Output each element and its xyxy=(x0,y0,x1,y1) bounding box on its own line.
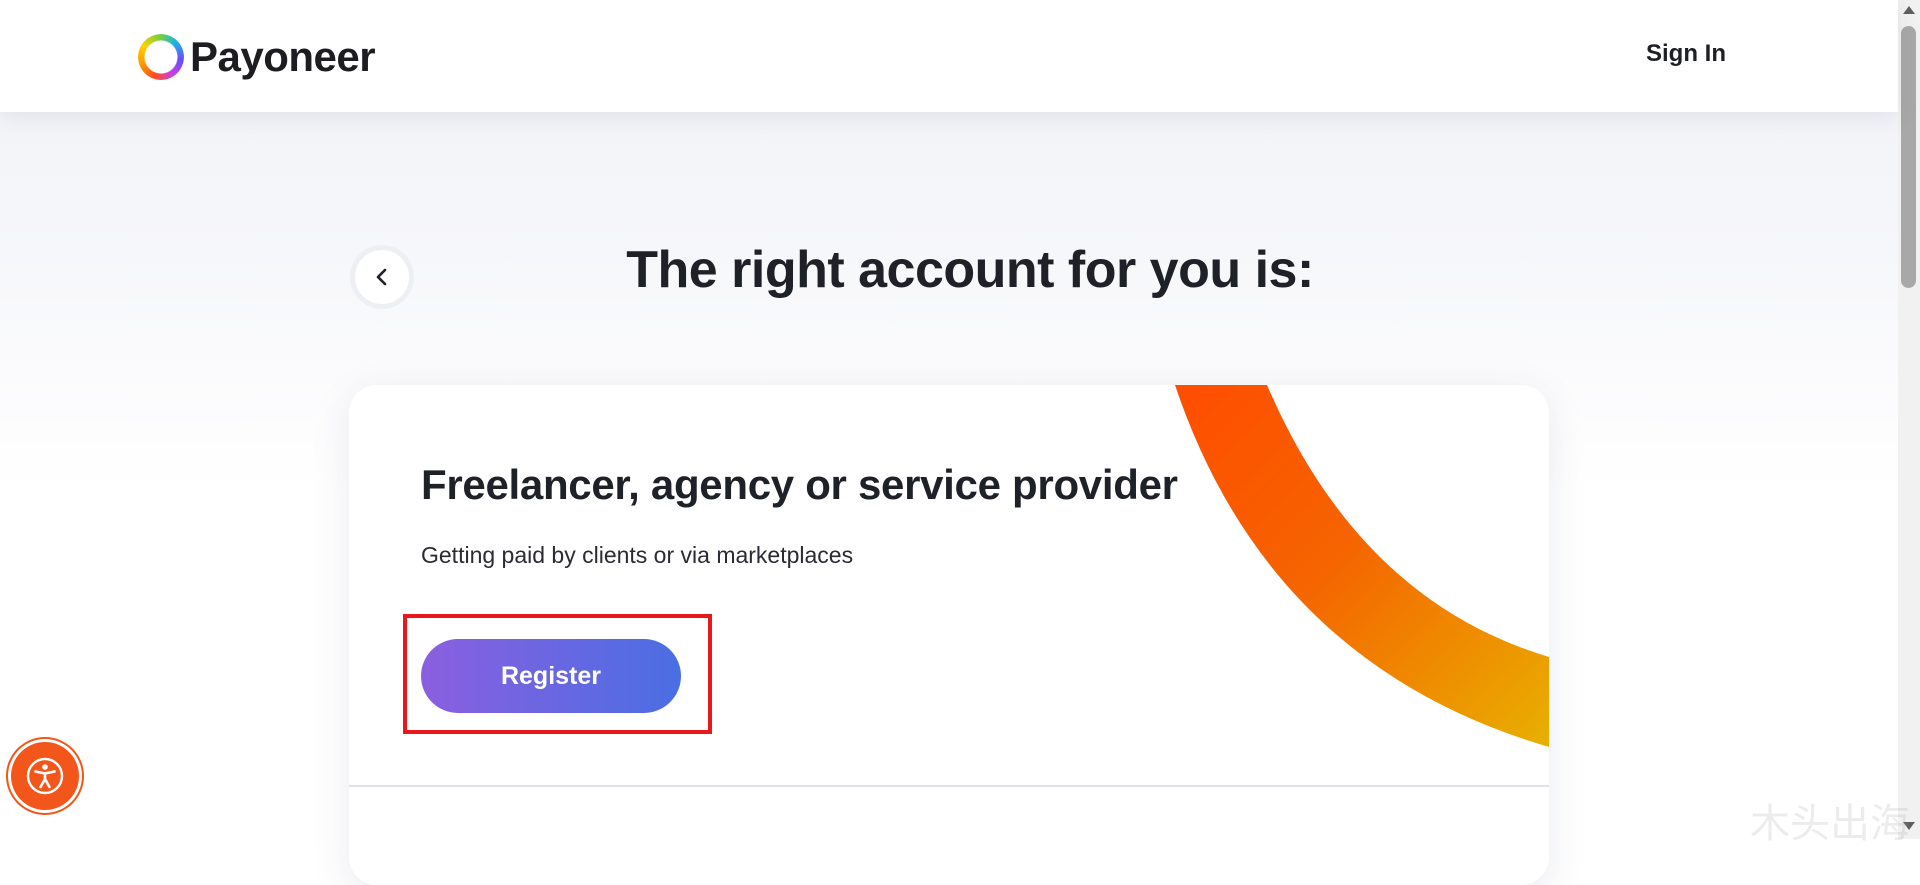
payoneer-logo[interactable]: Payoneer xyxy=(138,32,376,82)
card-subtitle: Getting paid by clients or via marketpla… xyxy=(421,542,854,568)
sign-in-link[interactable]: Sign In xyxy=(1646,40,1726,68)
card-title: Freelancer, agency or service provider xyxy=(421,461,1178,508)
card-divider xyxy=(349,785,1549,787)
accessibility-button[interactable] xyxy=(11,742,79,810)
logo-ring-icon xyxy=(138,34,184,80)
logo-text: Payoneer xyxy=(190,33,376,80)
page-title: The right account for you is: xyxy=(626,241,1314,299)
highlight-annotation-box xyxy=(403,614,712,734)
scroll-down-icon[interactable] xyxy=(1903,822,1915,830)
accessibility-icon xyxy=(26,757,64,795)
scrollbar-thumb[interactable] xyxy=(1901,26,1916,288)
top-header: Payoneer Sign In xyxy=(0,0,1898,112)
scroll-up-icon[interactable] xyxy=(1903,6,1915,14)
